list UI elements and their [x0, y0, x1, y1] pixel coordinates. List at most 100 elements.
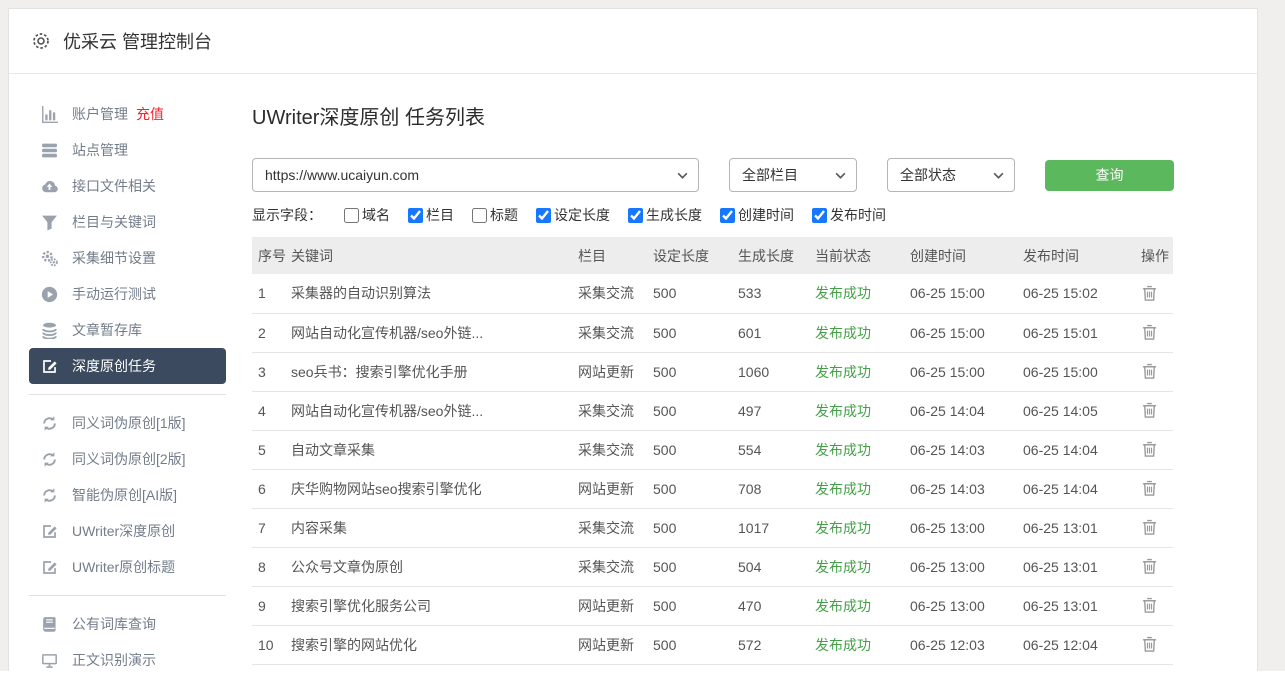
edit-icon	[41, 358, 58, 375]
sidebar-item-manual-test[interactable]: 手动运行测试	[29, 276, 226, 312]
sidebar-item-synonym-v2[interactable]: 同义词伪原创[2版]	[29, 441, 226, 477]
cell-category: 采集交流	[578, 547, 653, 586]
delete-icon[interactable]	[1141, 324, 1158, 341]
col-category: 栏目	[578, 237, 653, 274]
checkbox-input[interactable]	[720, 208, 735, 223]
table-row: 10 搜索引擎的网站优化 网站更新 500 572 发布成功 06-25 12:…	[252, 625, 1173, 664]
table-row: 3 seo兵书：搜索引擎优化手册 网站更新 500 1060 发布成功 06-2…	[252, 352, 1173, 391]
cell-gen-length: 504	[738, 547, 815, 586]
col-no: 序号	[252, 237, 291, 274]
sidebar-item-public-thesaurus[interactable]: 公有词库查询	[29, 606, 226, 642]
cell-published: 06-25 13:01	[1023, 547, 1141, 586]
status-badge: 发布成功	[815, 625, 910, 664]
table-row: 2 网站自动化宣传机器/seo外链... 采集交流 500 601 发布成功 0…	[252, 313, 1173, 352]
delete-icon[interactable]	[1141, 402, 1158, 419]
sidebar-item-columns-keywords[interactable]: 栏目与关键词	[29, 204, 226, 240]
book-icon	[41, 616, 58, 633]
cell-created: 06-25 14:04	[910, 391, 1023, 430]
status-badge: 发布成功	[815, 352, 910, 391]
recharge-badge[interactable]: 充值	[136, 104, 164, 124]
cell-no: 10	[252, 625, 291, 664]
cell-no: 6	[252, 469, 291, 508]
sidebar: 账户管理 充值 站点管理 接口文件相关 栏目与关键词 采集细节设置	[9, 74, 252, 671]
cell-keyword: 内容采集	[291, 508, 578, 547]
cell-keyword: 网站自动化宣传机器/seo外链...	[291, 313, 578, 352]
field-checkbox-set-length[interactable]: 设定长度	[536, 205, 610, 225]
checkbox-input[interactable]	[344, 208, 359, 223]
field-checkbox-published[interactable]: 发布时间	[812, 205, 886, 225]
field-checkbox-gen-length[interactable]: 生成长度	[628, 205, 702, 225]
field-checkbox-domain[interactable]: 域名	[344, 205, 390, 225]
refresh-icon	[41, 415, 58, 432]
column-select[interactable]: 全部栏目	[729, 158, 857, 192]
bar-chart-icon	[41, 106, 58, 123]
cell-set-length: 500	[653, 469, 738, 508]
sidebar-item-synonym-v1[interactable]: 同义词伪原创[1版]	[29, 405, 226, 441]
cell-created: 06-25 14:03	[910, 430, 1023, 469]
cell-actions	[1141, 352, 1173, 391]
delete-icon[interactable]	[1141, 285, 1158, 302]
cell-actions	[1141, 508, 1173, 547]
cell-no: 2	[252, 313, 291, 352]
field-checkbox-created[interactable]: 创建时间	[720, 205, 794, 225]
cell-category: 网站更新	[578, 352, 653, 391]
sidebar-item-uwriter-title[interactable]: UWriter原创标题	[29, 549, 226, 585]
delete-icon[interactable]	[1141, 558, 1158, 575]
edit-icon	[41, 523, 58, 540]
delete-icon[interactable]	[1141, 597, 1158, 614]
cell-created: 06-25 13:00	[910, 547, 1023, 586]
cell-keyword: 庆华购物网站seo搜索引擎优化	[291, 469, 578, 508]
sidebar-item-deep-original-tasks[interactable]: 深度原创任务	[29, 348, 226, 384]
app-title: 优采云 管理控制台	[63, 28, 212, 54]
delete-icon[interactable]	[1141, 441, 1158, 458]
site-select[interactable]: https://www.ucaiyun.com	[252, 158, 699, 192]
cell-gen-length: 470	[738, 586, 815, 625]
cell-created: 06-25 13:00	[910, 586, 1023, 625]
delete-icon[interactable]	[1141, 636, 1158, 653]
delete-icon[interactable]	[1141, 363, 1158, 380]
status-select[interactable]: 全部状态	[887, 158, 1015, 192]
query-button[interactable]: 查询	[1045, 160, 1174, 191]
cell-created: 06-25 13:00	[910, 508, 1023, 547]
app-window: 优采云 管理控制台 账户管理 充值 站点管理 接口文件相关	[8, 8, 1258, 671]
delete-icon[interactable]	[1141, 519, 1158, 536]
cell-actions	[1141, 430, 1173, 469]
cell-gen-length: 554	[738, 430, 815, 469]
refresh-icon	[41, 451, 58, 468]
cell-actions	[1141, 586, 1173, 625]
col-created: 创建时间	[910, 237, 1023, 274]
sidebar-item-interface-files[interactable]: 接口文件相关	[29, 168, 226, 204]
cloud-upload-icon	[41, 178, 58, 195]
cell-no: 8	[252, 547, 291, 586]
col-published: 发布时间	[1023, 237, 1141, 274]
sidebar-item-content-recognition[interactable]: 正文识别演示	[29, 642, 226, 678]
sidebar-item-label: 公有词库查询	[72, 614, 156, 634]
sidebar-item-label: 栏目与关键词	[72, 212, 156, 232]
sidebar-item-article-cache[interactable]: 文章暂存库	[29, 312, 226, 348]
checkbox-input[interactable]	[536, 208, 551, 223]
checkbox-input[interactable]	[408, 208, 423, 223]
sidebar-item-account[interactable]: 账户管理 充值	[29, 96, 226, 132]
checkbox-input[interactable]	[472, 208, 487, 223]
sidebar-item-collect-settings[interactable]: 采集细节设置	[29, 240, 226, 276]
cell-gen-length: 708	[738, 469, 815, 508]
field-checkbox-title[interactable]: 标题	[472, 205, 518, 225]
cell-keyword: 采集器的自动识别算法	[291, 274, 578, 313]
gears-icon	[41, 250, 58, 267]
field-checkbox-category[interactable]: 栏目	[408, 205, 454, 225]
cell-no: 1	[252, 274, 291, 313]
cell-published: 06-25 15:00	[1023, 352, 1141, 391]
checkbox-input[interactable]	[628, 208, 643, 223]
table-header-row: 序号 关键词 栏目 设定长度 生成长度 当前状态 创建时间 发布时间 操作	[252, 237, 1173, 274]
delete-icon[interactable]	[1141, 480, 1158, 497]
table-row: 1 采集器的自动识别算法 采集交流 500 533 发布成功 06-25 15:…	[252, 274, 1173, 313]
cell-created: 06-25 12:03	[910, 625, 1023, 664]
sidebar-item-uwriter-deep[interactable]: UWriter深度原创	[29, 513, 226, 549]
sidebar-item-smart-ai[interactable]: 智能伪原创[AI版]	[29, 477, 226, 513]
cell-category: 网站更新	[578, 586, 653, 625]
cell-actions	[1141, 625, 1173, 664]
checkbox-input[interactable]	[812, 208, 827, 223]
filter-icon	[41, 214, 58, 231]
sidebar-item-sites[interactable]: 站点管理	[29, 132, 226, 168]
col-set-length: 设定长度	[653, 237, 738, 274]
